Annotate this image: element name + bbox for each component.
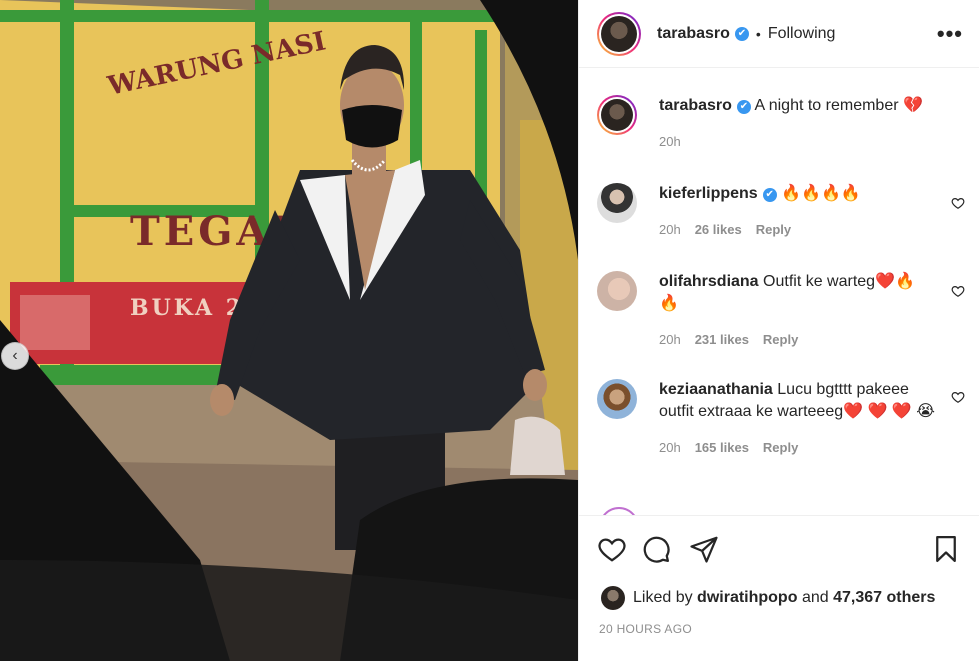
reply-button[interactable]: Reply [763,332,798,347]
comment-likes[interactable]: 26 likes [695,222,742,237]
author-username[interactable]: tarabasro [657,25,730,43]
comment-time[interactable]: 20h [659,222,681,237]
caption-text: A night to remember [754,97,899,114]
separator-dot: • [755,25,761,42]
comment-username[interactable]: kieferlippens [659,185,758,202]
paper-plane-icon[interactable] [689,534,719,564]
post-side-panel: tarabasro ✔ • Following ••• tarabasro ✔ A… [578,0,979,661]
comment-body: kieferlippens ✔ 🔥🔥🔥🔥 20h 26 likes Reply [659,183,937,241]
comment-likes[interactable]: 165 likes [695,440,749,455]
reply-button[interactable]: Reply [763,440,798,455]
comment-body: olifahrsdiana Outfit ke warteg❤️🔥 🔥 20h 2… [659,271,937,351]
comment-avatar-partial[interactable] [599,507,639,515]
post-actions: Liked by dwiratihpopo and 47,367 others … [579,515,979,661]
comment-body: keziaanathania Lucu bgtttt pakeee outfit… [659,379,937,459]
author-avatar[interactable] [597,11,641,56]
comment-avatar[interactable] [597,183,637,223]
previous-photo-button[interactable]: ‹ [1,342,29,370]
likes-count[interactable]: 47,367 others [833,589,935,607]
comments-list[interactable]: tarabasro ✔ A night to remember 💔 20h kie… [579,69,979,515]
comment-avatar[interactable] [597,379,637,419]
likes-and: and [801,589,829,606]
comment-item: keziaanathania Lucu bgtttt pakeee outfit… [597,379,965,489]
caption-username[interactable]: tarabasro [659,97,732,114]
comment-time[interactable]: 20h [659,440,681,455]
post-header: tarabasro ✔ • Following ••• [579,0,979,68]
comment-like-heart-icon[interactable] [951,284,965,298]
post-timestamp[interactable]: 20 HOURS AGO [599,622,692,636]
comment-time[interactable]: 20h [659,332,681,347]
reply-button[interactable]: Reply [756,222,791,237]
verified-badge-icon: ✔ [736,100,751,114]
heart-outline-icon[interactable] [597,534,627,564]
likes-summary: Liked by dwiratihpopo and 47,367 others [601,586,935,610]
comment-item: kieferlippens ✔ 🔥🔥🔥🔥 20h 26 likes Reply [597,183,965,253]
caption-avatar[interactable] [597,95,637,135]
comment-like-heart-icon[interactable] [951,196,965,210]
caption: tarabasro ✔ A night to remember 💔 20h [597,95,965,165]
more-options-icon[interactable]: ••• [937,21,963,47]
photo-scene: WARUNG NASI TEGAL BUKA 24 [0,0,578,661]
verified-badge-icon: ✔ [734,26,749,41]
comment-text: 🔥🔥🔥🔥 [781,185,861,202]
caption-body: tarabasro ✔ A night to remember 💔 20h [659,95,937,153]
post-photo[interactable]: WARUNG NASI TEGAL BUKA 24 ‹ [0,0,578,661]
comment-like-heart-icon[interactable] [951,390,965,404]
likes-prefix: Liked by [633,589,693,606]
bookmark-icon[interactable] [931,534,961,564]
comment-username[interactable]: keziaanathania [659,381,773,398]
following-button[interactable]: Following [768,25,836,43]
caption-time[interactable]: 20h [659,134,681,149]
comment-avatar[interactable] [597,271,637,311]
comment-bubble-icon[interactable] [641,534,671,564]
liker-username[interactable]: dwiratihpopo [697,589,797,607]
comment-likes[interactable]: 231 likes [695,332,749,347]
comment-item: olifahrsdiana Outfit ke warteg❤️🔥 🔥 20h 2… [597,271,965,361]
caption-emoji: 💔 [903,97,923,114]
instagram-post-viewer: WARUNG NASI TEGAL BUKA 24 ‹ tarabasro ✔ … [0,0,979,661]
comment-username[interactable]: olifahrsdiana [659,273,759,290]
liker-avatar[interactable] [601,586,625,610]
verified-badge-icon: ✔ [762,188,777,202]
